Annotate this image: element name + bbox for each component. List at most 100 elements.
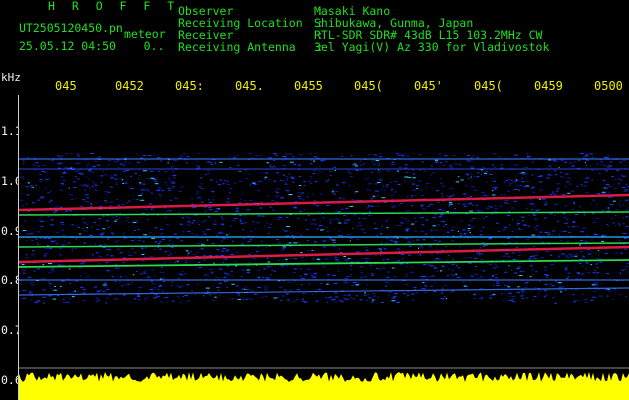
- noise-speck: [619, 179, 623, 181]
- noise-speck: [586, 153, 588, 155]
- noise-speck: [220, 231, 222, 233]
- noise-speck: [436, 270, 439, 272]
- noise-speck: [544, 232, 549, 233]
- noise-speck: [531, 209, 534, 211]
- noise-speck: [124, 161, 127, 163]
- noise-speck: [377, 164, 381, 166]
- noise-speck: [369, 183, 372, 185]
- spectrogram: [19, 95, 629, 400]
- noise-speck: [163, 281, 166, 283]
- noise-speck: [157, 242, 161, 244]
- noise-speck: [378, 247, 382, 249]
- noise-speck: [154, 179, 157, 180]
- noise-speck: [79, 275, 82, 277]
- noise-speck: [492, 293, 496, 295]
- noise-speck: [222, 248, 226, 250]
- noise-speck: [431, 183, 433, 185]
- noise-speck: [174, 197, 178, 199]
- noise-speck: [608, 225, 610, 227]
- noise-speck: [308, 181, 310, 183]
- noise-speck: [113, 241, 116, 243]
- noise-speck: [180, 274, 183, 276]
- noise-speck: [568, 231, 571, 233]
- noise-speck: [378, 162, 381, 164]
- noise-speck: [412, 169, 414, 171]
- noise-speck: [554, 302, 557, 304]
- noise-speck: [584, 301, 588, 303]
- noise-speck: [382, 247, 384, 249]
- noise-speck: [387, 271, 391, 273]
- noise-speck: [377, 205, 379, 207]
- noise-speck: [89, 216, 91, 218]
- noise-speck: [470, 157, 473, 159]
- noise-speck: [163, 171, 168, 173]
- noise-speck: [407, 291, 409, 293]
- noise-speck: [366, 189, 371, 191]
- noise-speck: [380, 242, 383, 244]
- noise-speck: [524, 246, 526, 248]
- noise-speck: [256, 246, 260, 248]
- noise-speck: [486, 181, 488, 183]
- noise-speck: [596, 217, 599, 219]
- noise-speck: [268, 233, 270, 234]
- noise-speck: [50, 190, 52, 192]
- noise-speck: [571, 190, 574, 192]
- noise-speck: [62, 234, 66, 236]
- noise-speck: [434, 266, 437, 268]
- noise-speck: [507, 191, 510, 192]
- noise-speck: [363, 232, 366, 234]
- noise-speck: [99, 205, 103, 207]
- noise-speck: [246, 269, 251, 271]
- noise-speck: [514, 241, 518, 243]
- noise-speck: [220, 216, 223, 218]
- noise-speck: [212, 300, 215, 302]
- noise-speck: [106, 220, 110, 222]
- noise-speck: [456, 276, 461, 278]
- noise-speck: [581, 274, 584, 276]
- noise-speck: [285, 258, 288, 260]
- noise-speck: [40, 215, 43, 217]
- noise-speck: [592, 296, 597, 298]
- noise-speck: [209, 294, 211, 296]
- noise-speck: [257, 277, 259, 279]
- noise-speck: [310, 182, 312, 184]
- noise-speck: [47, 178, 50, 180]
- noise-speck: [379, 269, 381, 271]
- noise-speck: [128, 185, 130, 187]
- noise-speck: [535, 229, 538, 231]
- noise-speck: [198, 186, 201, 188]
- noise-speck: [19, 172, 22, 174]
- noise-speck: [284, 183, 287, 185]
- noise-speck: [134, 252, 136, 253]
- noise-speck: [198, 267, 202, 269]
- noise-speck: [106, 249, 110, 251]
- noise-speck: [107, 238, 109, 240]
- noise-speck: [468, 262, 472, 264]
- noise-speck: [245, 298, 249, 300]
- noise-speck: [36, 300, 41, 302]
- noise-speck: [463, 233, 467, 235]
- noise-speck: [149, 256, 153, 258]
- noise-speck: [323, 266, 325, 268]
- noise-speck: [196, 191, 199, 193]
- time-tick: 0452: [115, 79, 144, 93]
- noise-speck: [300, 234, 303, 236]
- noise-speck: [440, 214, 444, 215]
- noise-speck: [570, 255, 575, 257]
- noise-speck: [320, 229, 322, 231]
- noise-speck: [412, 299, 415, 301]
- noise-speck: [125, 217, 130, 219]
- noise-speck: [618, 239, 621, 241]
- noise-speck: [576, 185, 578, 187]
- noise-speck: [425, 186, 428, 188]
- noise-speck: [85, 185, 89, 187]
- noise-speck: [567, 177, 572, 179]
- noise-speck: [140, 199, 145, 201]
- noise-speck: [282, 165, 287, 167]
- noise-speck: [367, 205, 370, 206]
- noise-speck: [207, 172, 210, 174]
- noise-speck: [186, 216, 190, 218]
- noise-speck: [391, 297, 396, 299]
- noise-speck: [70, 153, 73, 155]
- noise-speck: [447, 204, 452, 206]
